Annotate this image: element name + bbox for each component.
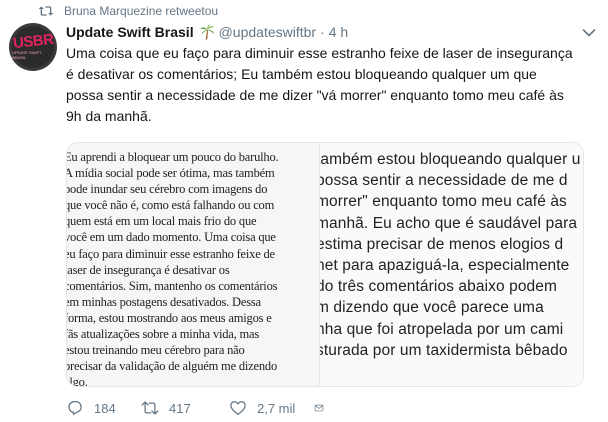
retweet-context: Bruna Marquezine retweetou (38, 3, 218, 19)
reply-button[interactable]: 184 (66, 398, 141, 418)
media-image-left[interactable]: Eu aprendi a bloquear um pouco do barulh… (67, 143, 320, 386)
reply-count: 184 (94, 400, 116, 416)
retweet-context-label[interactable]: Bruna Marquezine retweetou (64, 4, 218, 18)
reply-icon (68, 400, 82, 416)
media-image-right[interactable]: também estou bloqueando qualquer u possa… (320, 143, 583, 386)
tweet-header: Update Swift Brasil @updateswiftbr · 4 h (66, 22, 348, 42)
tweet-actions: 184 417 2,7 mil (66, 398, 334, 418)
retweet-icon (38, 6, 54, 16)
avatar-logo: USBR (11, 30, 55, 53)
retweet-count: 417 (169, 400, 191, 416)
avatar[interactable]: USBR UPDATE SWIFT BRASIL (9, 23, 57, 71)
media-right-text: também estou bloqueando qualquer u possa… (320, 151, 581, 359)
like-count: 2,7 mil (257, 400, 296, 416)
author-display-name[interactable]: Update Swift Brasil (66, 24, 194, 40)
tweet-text: Uma coisa que eu faço para diminuir esse… (66, 45, 573, 124)
heart-icon (230, 401, 246, 416)
tweet-media[interactable]: Eu aprendi a bloquear um pouco do barulh… (66, 142, 584, 387)
direct-message-button[interactable] (314, 398, 334, 418)
chevron-down-icon[interactable] (582, 28, 596, 38)
author-handle[interactable]: @updateswiftbr (219, 24, 316, 40)
palm-tree-icon (199, 24, 215, 40)
avatar-image: USBR UPDATE SWIFT BRASIL (12, 26, 54, 68)
retweet-button[interactable]: 417 (141, 398, 229, 418)
tweet-timestamp[interactable]: 4 h (329, 24, 348, 40)
media-left-text: Eu aprendi a bloquear um pouco do barulh… (67, 150, 279, 386)
envelope-icon (314, 404, 324, 412)
like-button[interactable]: 2,7 mil (229, 398, 314, 418)
retweet-icon (141, 401, 159, 415)
separator-dot: · (320, 24, 325, 40)
